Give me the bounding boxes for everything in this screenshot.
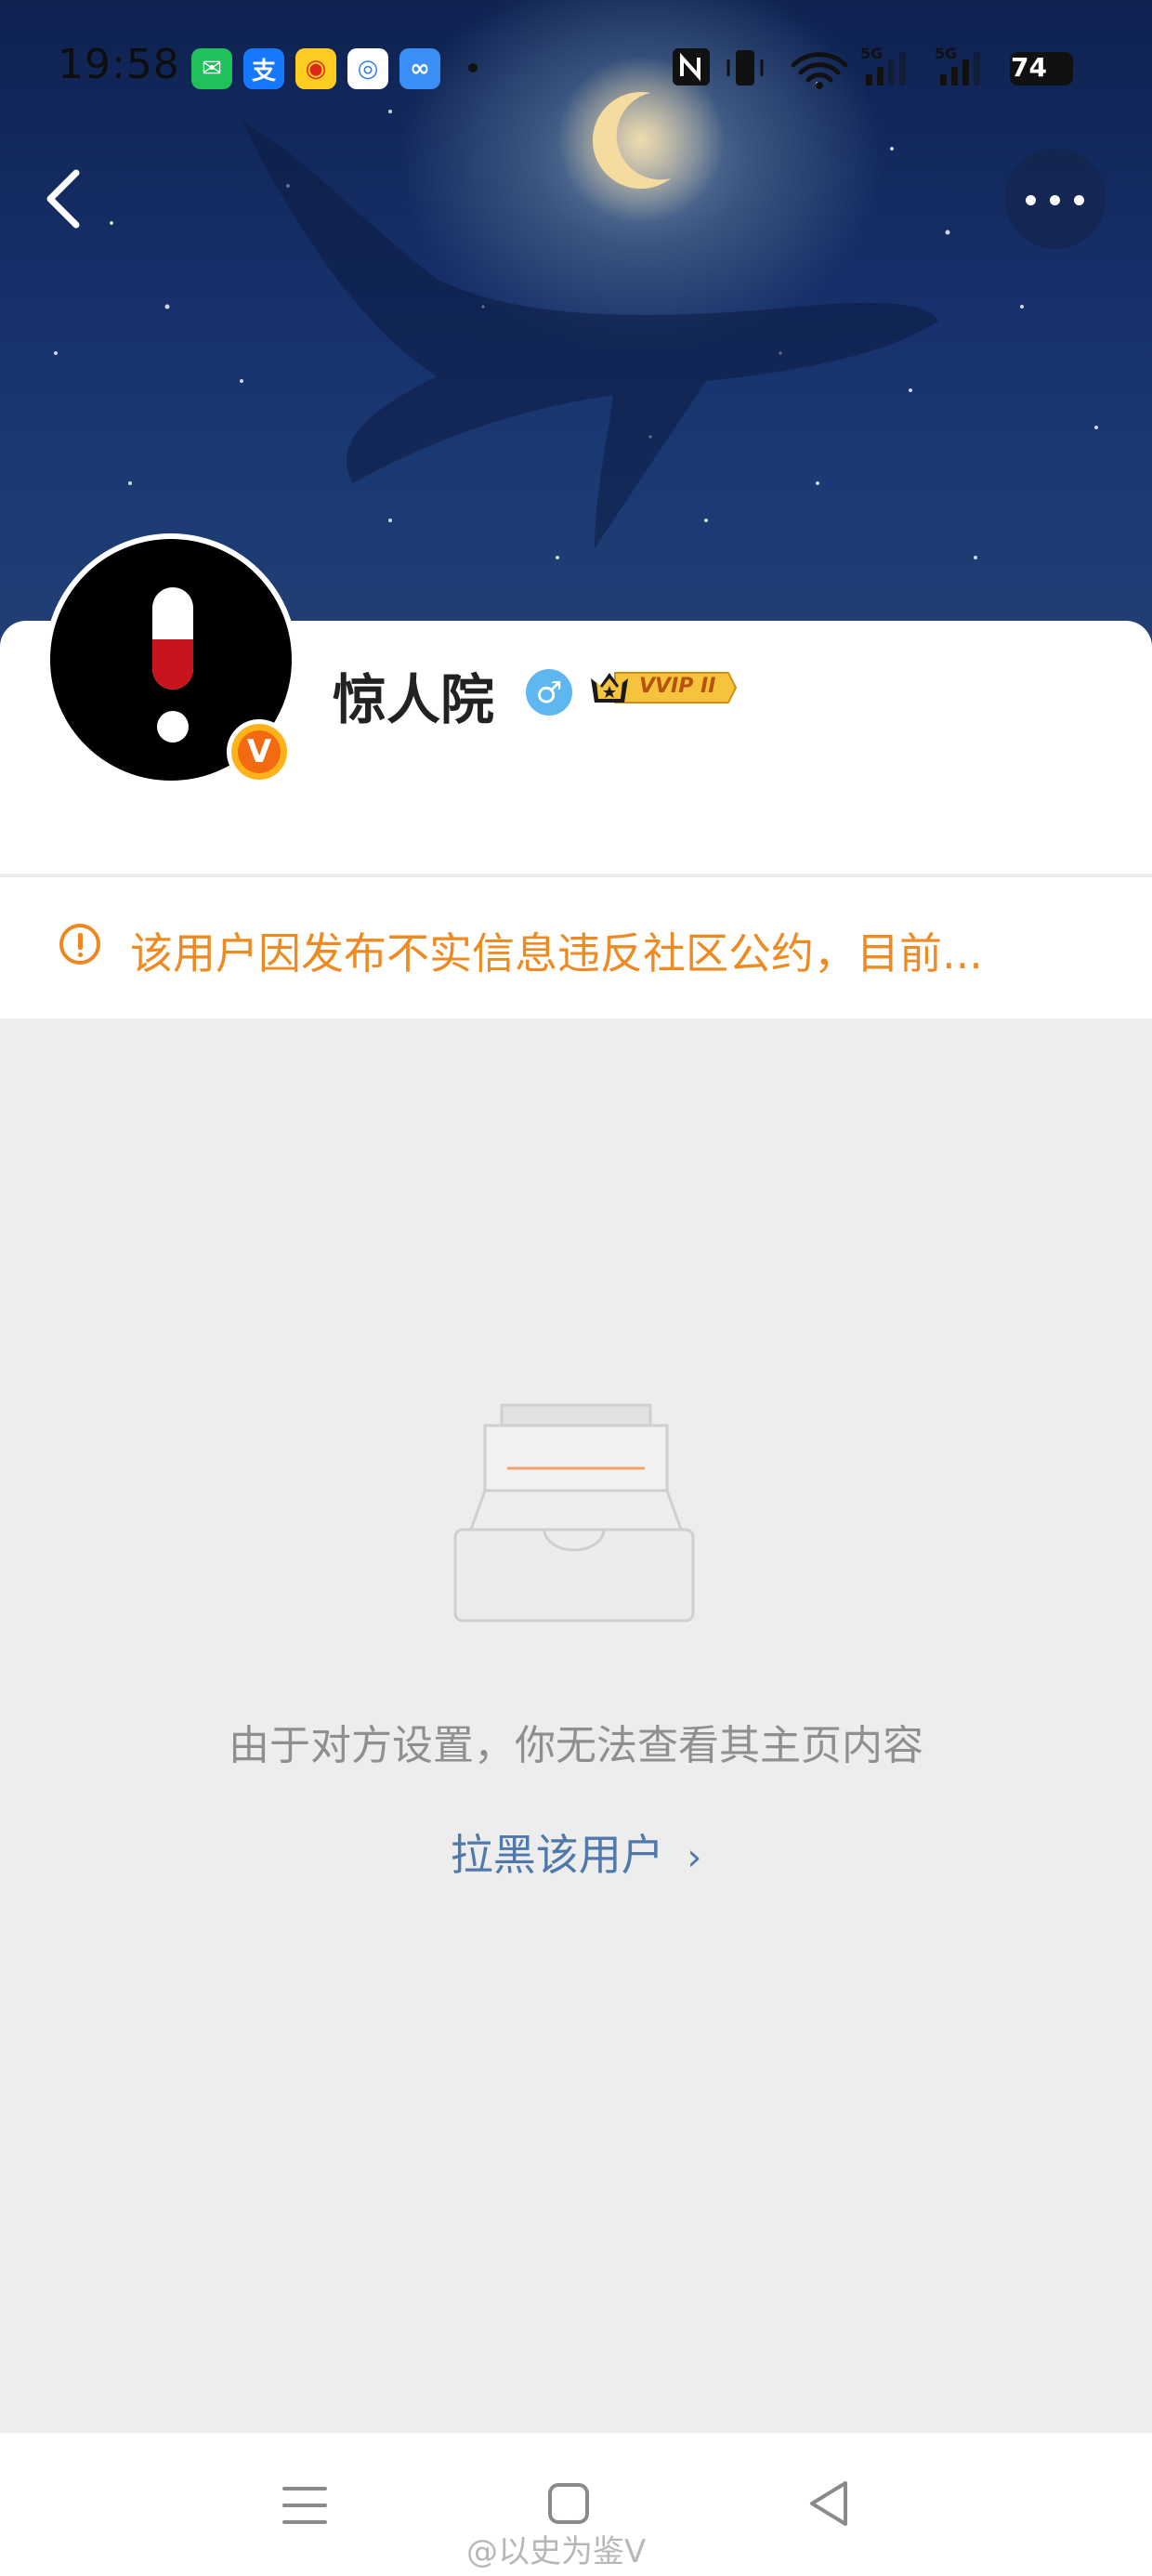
warning-icon xyxy=(59,924,100,965)
verified-letter: V xyxy=(238,730,281,773)
status-time: 19:58 xyxy=(58,41,180,88)
back-button[interactable] xyxy=(13,149,113,249)
menu-icon[interactable] xyxy=(279,2481,331,2530)
empty-inbox-icon xyxy=(453,1403,695,1623)
home-square-icon[interactable] xyxy=(544,2479,593,2528)
vip-badge[interactable]: VVIP II xyxy=(587,665,738,710)
chevron-left-icon xyxy=(46,169,80,229)
male-gender-icon: ♂ xyxy=(526,669,572,716)
vip-label: VVIP II xyxy=(639,675,716,698)
app-icon: ◎ xyxy=(347,48,388,89)
more-notifications-dot xyxy=(468,63,478,72)
alipay-icon: 支 xyxy=(243,48,284,89)
wifi-icon xyxy=(791,52,848,83)
signal-label-1: 5G xyxy=(860,45,884,62)
signal-label-2: 5G xyxy=(935,45,958,62)
notice-text: 该用户因发布不实信息违反社区公约，目前... xyxy=(130,928,983,979)
vibrate-icon xyxy=(736,50,754,85)
wechat-icon: ✉ xyxy=(191,48,232,89)
chevron-right-icon: › xyxy=(687,1836,702,1879)
notice-bar[interactable]: 该用户因发布不实信息违反社区公约，目前... xyxy=(0,875,1152,1019)
verified-badge: V xyxy=(227,719,292,784)
back-triangle-icon[interactable] xyxy=(805,2477,853,2530)
empty-state-message: 由于对方设置，你无法查看其主页内容 xyxy=(229,1722,923,1769)
baidu-netdisk-icon: ∞ xyxy=(399,48,440,89)
weibo-icon: ◉ xyxy=(295,48,336,89)
block-user-label: 拉黑该用户 xyxy=(450,1830,664,1880)
more-button[interactable] xyxy=(1005,149,1106,249)
user-name: 惊人院 xyxy=(333,668,495,731)
block-user-link[interactable]: 拉黑该用户 › xyxy=(0,1821,1152,1883)
battery-level: 74 xyxy=(1011,52,1047,83)
watermark: @以史为鉴V xyxy=(466,2533,647,2570)
